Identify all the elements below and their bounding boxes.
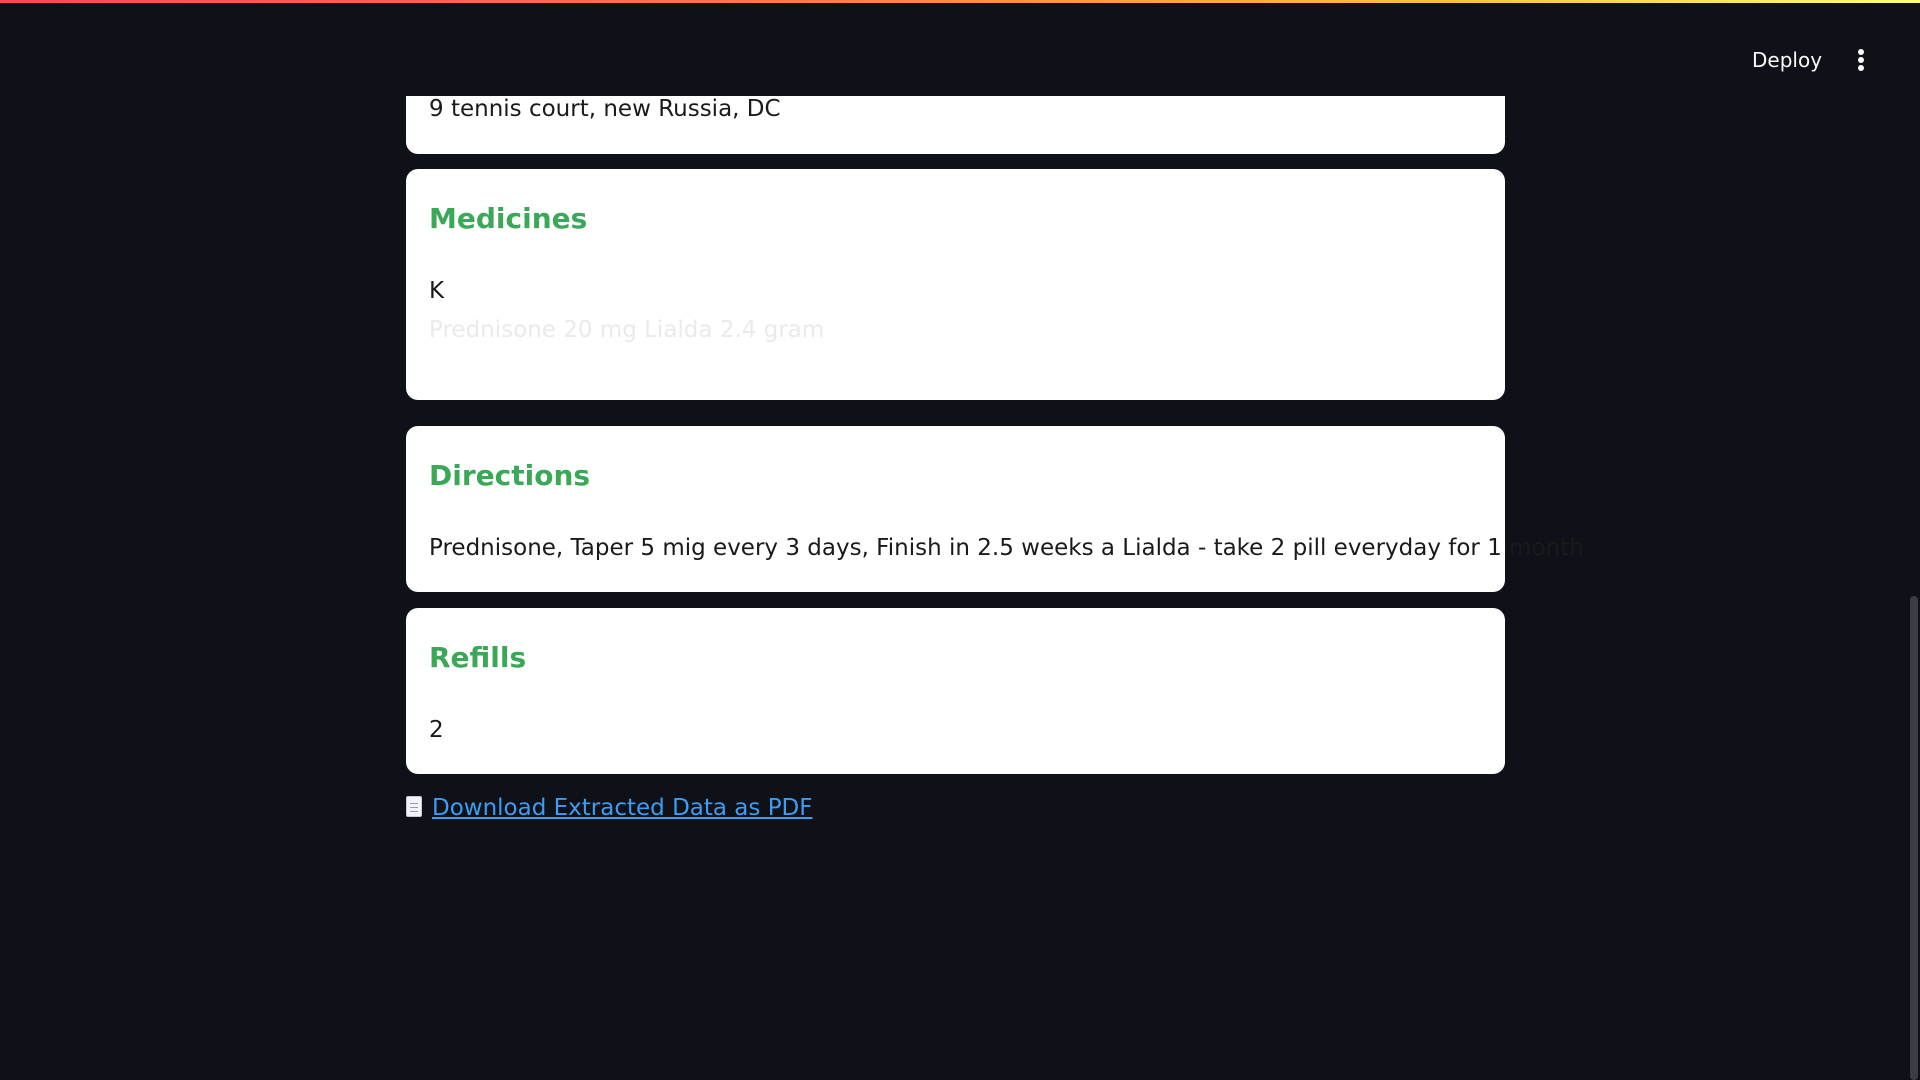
refills-title: Refills [429, 641, 527, 674]
medicines-card: Medicines K Prednisone 20 mg Lialda 2.4 … [406, 169, 1505, 400]
address-value: 9 tennis court, new Russia, DC [429, 96, 781, 122]
refills-card: Refills 2 [406, 608, 1505, 774]
directions-value: Prednisone, Taper 5 mig every 3 days, Fi… [429, 535, 1584, 561]
download-pdf-link[interactable]: Download Extracted Data as PDF [406, 795, 813, 821]
directions-title: Directions [429, 459, 591, 492]
vertical-ellipsis-icon[interactable] [1846, 41, 1876, 79]
document-icon [406, 796, 422, 817]
directions-card: Directions Prednisone, Taper 5 mig every… [406, 426, 1584, 592]
medicines-faded-text: Prednisone 20 mg Lialda 2.4 gram [429, 317, 825, 343]
medicines-title: Medicines [429, 202, 588, 235]
app-header: Deploy [0, 3, 1920, 96]
medicines-value: K [429, 278, 445, 304]
download-pdf-label: Download Extracted Data as PDF [432, 795, 813, 821]
refills-value: 2 [429, 717, 444, 743]
deploy-button[interactable]: Deploy [1740, 43, 1834, 77]
scrollbar-thumb[interactable] [1910, 596, 1918, 1080]
